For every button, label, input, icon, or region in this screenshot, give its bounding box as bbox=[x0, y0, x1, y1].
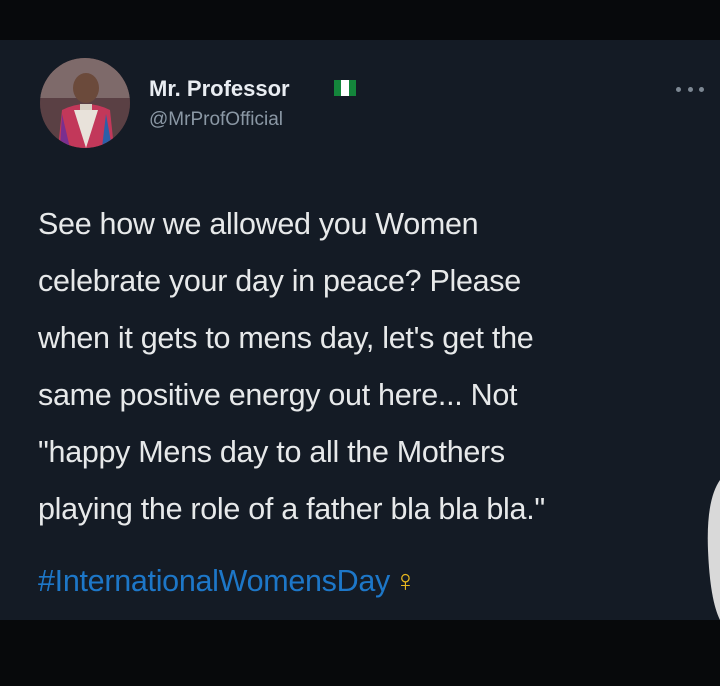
tweet-text-line: See how we allowed you Women bbox=[38, 207, 479, 241]
female-sign-icon: ♀ bbox=[393, 564, 417, 598]
user-handle[interactable]: @MrProfOfficial bbox=[149, 109, 283, 131]
nigeria-flag-icon bbox=[334, 80, 356, 96]
top-dark-band bbox=[0, 0, 720, 40]
screenshot-frame: Mr. Professor @MrProfOfficial See how we… bbox=[0, 0, 720, 686]
avatar[interactable] bbox=[40, 58, 130, 148]
tweet-text: See how we allowed you Women celebrate y… bbox=[38, 196, 698, 538]
ellipsis-icon[interactable] bbox=[676, 84, 704, 94]
tweet-text-line: celebrate your day in peace? Please bbox=[38, 264, 521, 298]
hashtag-link[interactable]: #InternationalWomensDay bbox=[38, 564, 390, 598]
tweet-text-line: playing the role of a father bla bla bla… bbox=[38, 492, 545, 526]
tweet-text-line: when it gets to mens day, let's get the bbox=[38, 321, 534, 355]
tweet-text-line: "happy Mens day to all the Mothers bbox=[38, 435, 505, 469]
tweet-text-line: same positive energy out here... Not bbox=[38, 378, 518, 412]
display-name[interactable]: Mr. Professor bbox=[149, 76, 290, 102]
page-curl-edge bbox=[707, 480, 720, 620]
avatar-image bbox=[40, 58, 130, 148]
bottom-dark-band bbox=[0, 620, 720, 686]
hashtag-row: #InternationalWomensDay ♀ bbox=[38, 553, 417, 610]
